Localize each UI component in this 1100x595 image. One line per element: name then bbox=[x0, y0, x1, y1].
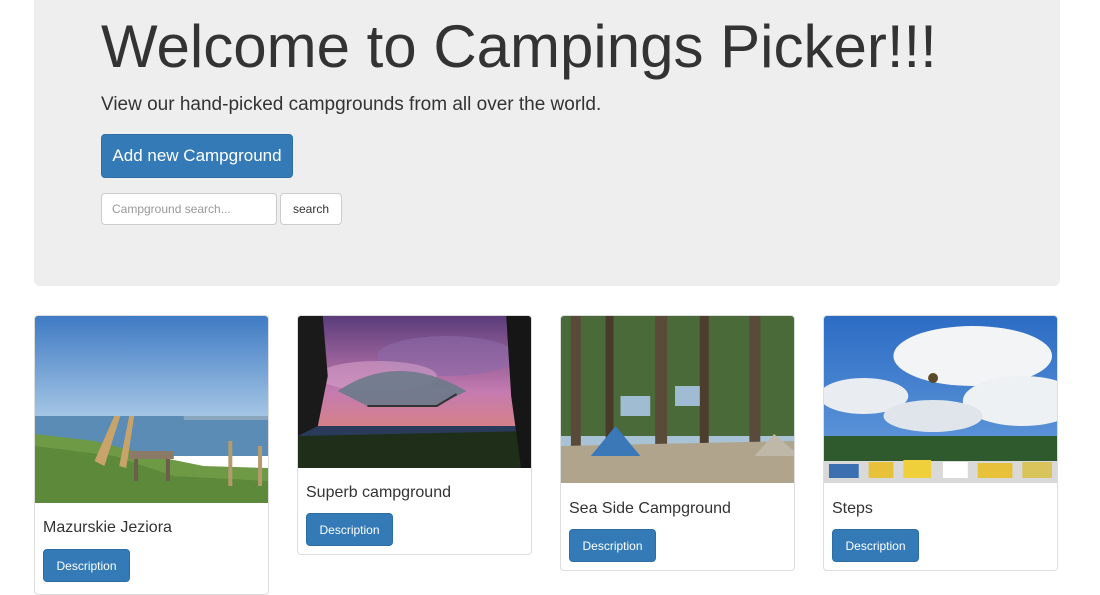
campground-image[interactable] bbox=[298, 316, 531, 468]
campground-card: Steps Description bbox=[823, 315, 1058, 571]
description-button[interactable]: Description bbox=[569, 529, 656, 562]
page-title: Welcome to Campings Picker!!! bbox=[101, 13, 937, 80]
add-campground-button[interactable]: Add new Campground bbox=[101, 134, 293, 178]
campground-name: Mazurskie Jeziora bbox=[43, 519, 172, 536]
campground-image[interactable] bbox=[824, 316, 1057, 483]
description-button[interactable]: Description bbox=[43, 549, 130, 582]
campground-name: Superb campground bbox=[306, 484, 451, 501]
campground-image[interactable] bbox=[561, 316, 794, 483]
description-button[interactable]: Description bbox=[832, 529, 919, 562]
campground-card: Mazurskie Jeziora Description bbox=[34, 315, 269, 595]
search-button[interactable]: search bbox=[280, 193, 342, 225]
campground-card: Superb campground Description bbox=[297, 315, 532, 555]
campground-card: Sea Side Campground Description bbox=[560, 315, 795, 571]
campground-image[interactable] bbox=[35, 316, 268, 503]
campground-search-input[interactable] bbox=[101, 193, 277, 225]
campground-name: Sea Side Campground bbox=[569, 500, 731, 517]
jumbotron: Welcome to Campings Picker!!! View our h… bbox=[34, 0, 1060, 286]
description-button[interactable]: Description bbox=[306, 513, 393, 546]
campground-name: Steps bbox=[832, 500, 873, 517]
page-subtitle: View our hand-picked campgrounds from al… bbox=[101, 94, 602, 115]
